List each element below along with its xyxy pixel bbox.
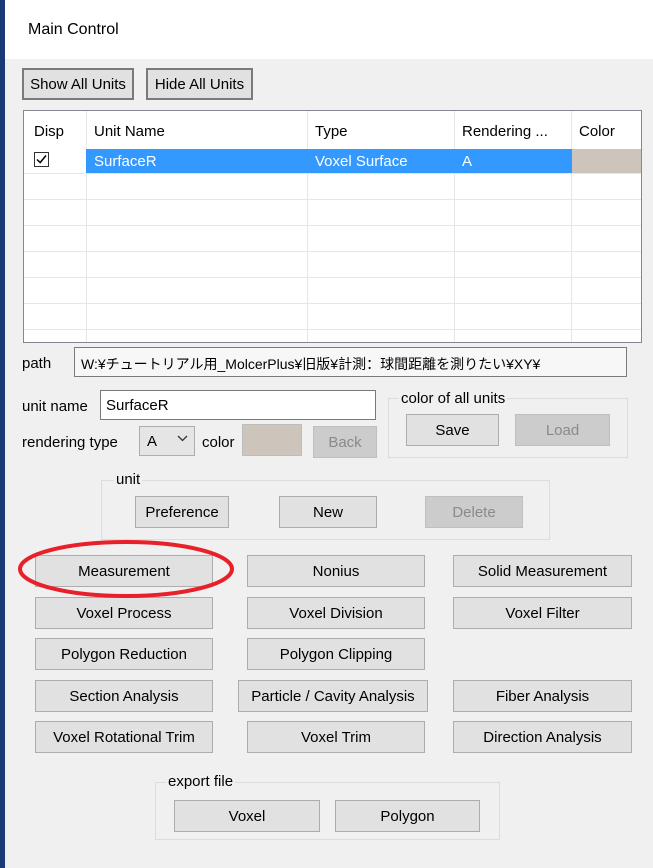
direction-analysis-button[interactable]: Direction Analysis xyxy=(453,721,632,753)
cell-type: Voxel Surface xyxy=(315,153,408,170)
hide-all-units-button[interactable]: Hide All Units xyxy=(146,68,253,100)
solid-measurement-button[interactable]: Solid Measurement xyxy=(453,555,632,587)
path-field[interactable]: W:¥チュートリアル用_MolcerPlus¥旧版¥計測：球間距離を測りたい¥X… xyxy=(74,347,627,377)
column-header-rendering[interactable]: Rendering ... xyxy=(462,123,548,140)
rendering-type-value: A xyxy=(147,433,158,450)
color-label: color xyxy=(202,434,235,451)
column-divider xyxy=(307,111,308,342)
column-divider xyxy=(454,111,455,342)
voxel-filter-button[interactable]: Voxel Filter xyxy=(453,597,632,629)
unit-name-input[interactable]: SurfaceR xyxy=(100,390,376,420)
column-header-type[interactable]: Type xyxy=(315,123,348,140)
color-swatch-button[interactable] xyxy=(242,424,302,456)
column-divider xyxy=(571,111,572,342)
export-voxel-button[interactable]: Voxel xyxy=(174,800,320,832)
window-edge xyxy=(0,0,5,868)
delete-button[interactable]: Delete xyxy=(425,496,523,528)
row-divider xyxy=(24,251,641,252)
unit-name-label: unit name xyxy=(22,398,88,415)
path-label: path xyxy=(22,355,52,372)
cell-rendering: A xyxy=(462,153,473,170)
row-divider xyxy=(24,303,641,304)
export-polygon-button[interactable]: Polygon xyxy=(335,800,480,832)
unit-list-table[interactable]: Disp Unit Name Type Rendering ... Color … xyxy=(23,110,642,343)
row-divider xyxy=(24,277,641,278)
column-header-disp[interactable]: Disp xyxy=(34,123,64,140)
column-header-unit-name[interactable]: Unit Name xyxy=(94,123,165,140)
load-button[interactable]: Load xyxy=(515,414,610,446)
particle-cavity-analysis-button[interactable]: Particle / Cavity Analysis xyxy=(238,680,428,712)
row-divider xyxy=(24,329,641,330)
checkmark-icon xyxy=(36,155,47,164)
voxel-trim-button[interactable]: Voxel Trim xyxy=(247,721,425,753)
voxel-division-button[interactable]: Voxel Division xyxy=(247,597,425,629)
preference-button[interactable]: Preference xyxy=(135,496,229,528)
cell-color-swatch xyxy=(572,149,641,173)
column-divider xyxy=(86,111,87,342)
new-button[interactable]: New xyxy=(279,496,377,528)
unit-group-label: unit xyxy=(114,471,143,488)
window-title: Main Control xyxy=(28,21,119,38)
polygon-reduction-button[interactable]: Polygon Reduction xyxy=(35,638,213,670)
show-all-units-button[interactable]: Show All Units xyxy=(22,68,134,100)
rendering-type-select[interactable]: A xyxy=(139,426,195,456)
nonius-button[interactable]: Nonius xyxy=(247,555,425,587)
highlight-ellipse-annotation xyxy=(18,540,234,598)
voxel-rotational-trim-button[interactable]: Voxel Rotational Trim xyxy=(35,721,213,753)
back-button[interactable]: Back xyxy=(313,426,377,458)
rendering-type-label: rendering type xyxy=(22,434,118,451)
row-divider xyxy=(24,199,641,200)
polygon-clipping-button[interactable]: Polygon Clipping xyxy=(247,638,425,670)
save-button[interactable]: Save xyxy=(406,414,499,446)
fiber-analysis-button[interactable]: Fiber Analysis xyxy=(453,680,632,712)
export-file-label: export file xyxy=(166,773,236,790)
disp-checkbox[interactable] xyxy=(34,152,49,167)
column-header-color[interactable]: Color xyxy=(579,123,615,140)
chevron-down-icon xyxy=(177,435,188,442)
color-of-all-units-label: color of all units xyxy=(399,390,508,407)
cell-unit-name: SurfaceR xyxy=(94,153,157,170)
section-analysis-button[interactable]: Section Analysis xyxy=(35,680,213,712)
row-divider xyxy=(24,173,641,174)
voxel-process-button[interactable]: Voxel Process xyxy=(35,597,213,629)
row-divider xyxy=(24,225,641,226)
